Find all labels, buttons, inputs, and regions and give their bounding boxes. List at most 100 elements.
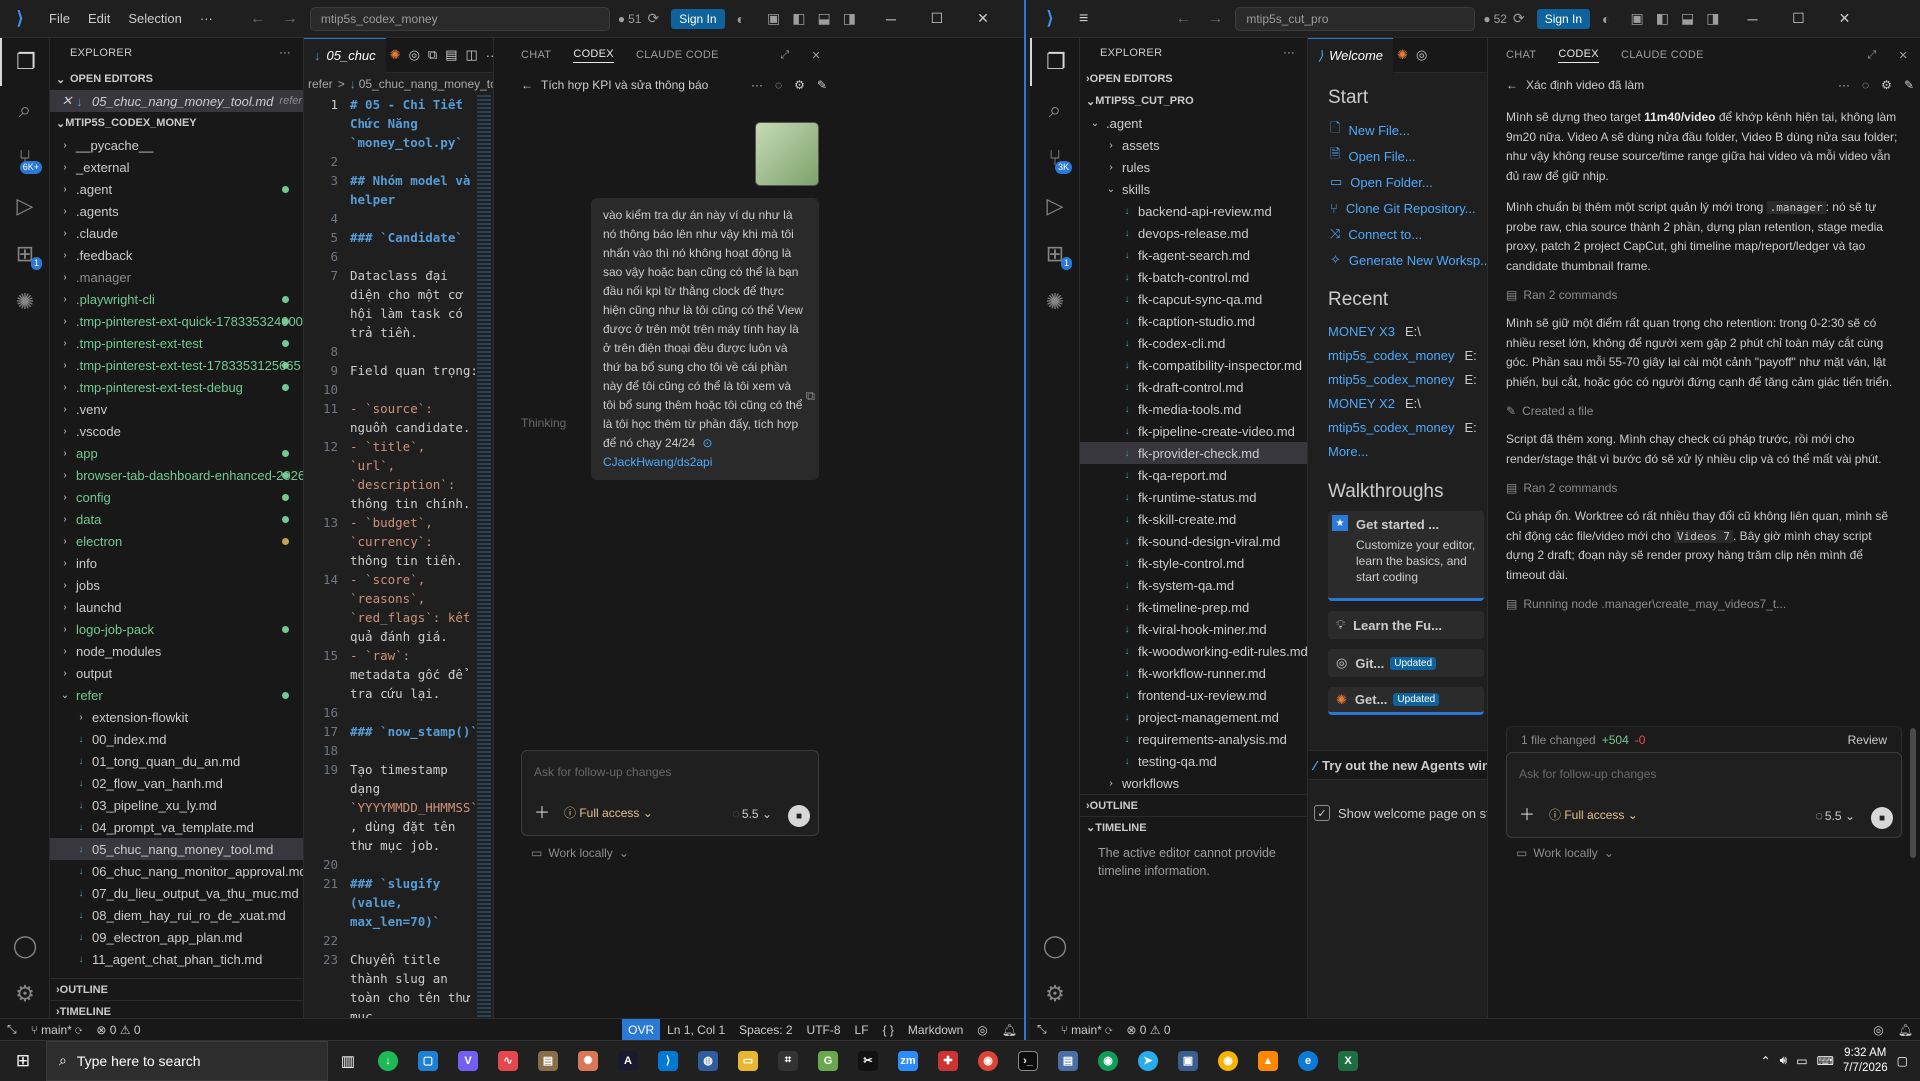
app-terminal-icon[interactable]: A <box>608 1041 648 1081</box>
file-item[interactable]: ↓01_tong_quan_du_an.md <box>50 750 303 772</box>
project-section[interactable]: ⌄MTIP5S_CODEX_MONEY <box>50 112 303 134</box>
app-chrome-icon[interactable]: ◉ <box>968 1041 1008 1081</box>
settings-gear-icon[interactable]: ⚙ <box>1030 970 1080 1018</box>
app-audio-icon[interactable]: ∿ <box>488 1041 528 1081</box>
source-control-icon[interactable]: ⑂6K+ <box>0 134 50 182</box>
claude-icon[interactable]: ✺ <box>1393 47 1412 63</box>
history-icon[interactable]: ◌ <box>769 78 788 92</box>
recent-item[interactable]: mtip5s_codex_moneyE: <box>1308 415 1487 439</box>
hamburger-menu-icon[interactable]: ≡ <box>1070 10 1097 28</box>
more-actions-icon[interactable]: ··· <box>1832 78 1856 92</box>
explorer-icon[interactable]: ❐ <box>0 38 50 86</box>
tab-chat[interactable]: CHAT <box>1506 49 1536 61</box>
created-file-row[interactable]: ✎Created a file <box>1506 404 1898 418</box>
open-changes-icon[interactable]: ▤ <box>441 47 461 63</box>
language-icon[interactable]: ⌨ <box>1817 1054 1834 1068</box>
file-item[interactable]: ↓fk-compatibility-inspector.md <box>1080 354 1307 376</box>
clone-repo-link[interactable]: ⑂Clone Git Repository... <box>1308 195 1487 221</box>
folder-item[interactable]: ›browser-tab-dashboard-enhanced-202607..… <box>50 464 303 486</box>
add-attachment-icon[interactable]: ＋ <box>534 799 550 823</box>
back-arrow-icon[interactable]: ← <box>1167 10 1199 28</box>
minimize-icon[interactable]: ─ <box>1729 11 1775 27</box>
stop-button[interactable]: ■ <box>1871 807 1893 829</box>
windows-start-icon[interactable]: ⊞ <box>0 1041 46 1081</box>
file-item[interactable]: ↓11_agent_chat_phan_tich.md <box>50 948 303 970</box>
ran-commands-row[interactable]: ▤Ran 2 commands <box>1506 481 1898 495</box>
account-icon[interactable]: ◯ <box>0 922 50 970</box>
problems-indicator[interactable]: ⊗ 0 ⚠ 0 <box>1119 1023 1177 1037</box>
work-locally-dropdown[interactable]: ▭Work locally ⌄ <box>1516 846 1614 860</box>
file-item[interactable]: ↓04_prompt_va_template.md <box>50 816 303 838</box>
toggle-panel-icon[interactable]: ⬓ <box>1675 10 1700 27</box>
file-item[interactable]: ↓fk-batch-control.md <box>1080 266 1307 288</box>
access-dropdown[interactable]: ⓘ Full access ⌄ <box>564 804 653 821</box>
notification-bell-icon[interactable]: ● <box>1483 12 1490 26</box>
attached-image-thumbnail[interactable] <box>755 122 819 186</box>
folder-item[interactable]: ›extension-flowkit <box>50 706 303 728</box>
running-command-row[interactable]: ▤Running node .manager\create_may_videos… <box>1506 597 1898 611</box>
file-item[interactable]: ↓fk-codex-cli.md <box>1080 332 1307 354</box>
file-item[interactable]: ↓05_chuc_nang_money_tool.md <box>50 838 303 860</box>
maximize-icon[interactable]: ☐ <box>1775 10 1821 27</box>
file-item[interactable]: ↓requirements-analysis.md <box>1080 728 1307 750</box>
maximize-icon[interactable]: ☐ <box>914 10 960 27</box>
more-actions-icon[interactable]: ··· <box>279 47 291 59</box>
forward-arrow-icon[interactable]: → <box>274 10 306 28</box>
back-arrow-icon[interactable]: ← <box>242 10 274 28</box>
close-window-icon[interactable]: ✕ <box>1821 10 1867 27</box>
app-chrome2-icon[interactable]: ◉ <box>1088 1041 1128 1081</box>
folder-item[interactable]: ›.venv <box>50 398 303 420</box>
file-item[interactable]: ↓fk-qa-report.md <box>1080 464 1307 486</box>
claude-icon[interactable]: ✺ <box>386 47 405 63</box>
app-excel-icon[interactable]: X <box>1328 1041 1368 1081</box>
file-item[interactable]: ↓backend-api-review.md <box>1080 200 1307 222</box>
minimize-icon[interactable]: ─ <box>868 11 914 27</box>
folder-item[interactable]: ›.agent <box>50 178 303 200</box>
file-item[interactable]: ↓00_index.md <box>50 728 303 750</box>
file-item[interactable]: ↓fk-workflow-runner.md <box>1080 662 1307 684</box>
cursor-position[interactable]: Ln 1, Col 1 <box>660 1023 732 1037</box>
minimap[interactable] <box>477 95 491 1018</box>
app-folder-icon[interactable]: ▤ <box>1048 1041 1088 1081</box>
folder-item[interactable]: ›.claude <box>50 222 303 244</box>
toggle-secondary-sidebar-icon[interactable]: ◨ <box>837 10 862 27</box>
file-item[interactable]: ↓fk-woodworking-edit-rules.md <box>1080 640 1307 662</box>
split-editor-icon[interactable]: ◫ <box>462 47 482 63</box>
folder-item[interactable]: ›app <box>50 442 303 464</box>
code-editor[interactable]: 1# 05 - Chi TiếtChức Năng`money_tool.py`… <box>304 95 493 1018</box>
app-capcut-icon[interactable]: ⌗ <box>768 1041 808 1081</box>
more-actions-icon[interactable]: ··· <box>482 48 494 63</box>
folder-item[interactable]: ›logo-job-pack <box>50 618 303 640</box>
file-item[interactable]: ↓fk-pipeline-create-video.md <box>1080 420 1307 442</box>
account-icon[interactable]: ◐ <box>731 11 751 27</box>
tab-codex[interactable]: CODEX <box>1558 48 1599 63</box>
file-item[interactable]: ↓fk-skill-create.md <box>1080 508 1307 530</box>
network-icon[interactable]: ▭ <box>1796 1054 1807 1068</box>
notification-bell-icon[interactable]: ● <box>618 12 625 26</box>
settings-gear-icon[interactable]: ⚙ <box>788 78 811 92</box>
app-chrome3-icon[interactable]: ◉ <box>1208 1041 1248 1081</box>
tab-claude-code[interactable]: CLAUDE CODE <box>636 49 719 61</box>
editor-tab[interactable]: ↓05_chuc <box>304 38 386 73</box>
file-item[interactable]: ↓fk-runtime-status.md <box>1080 486 1307 508</box>
toggle-secondary-sidebar-icon[interactable]: ◨ <box>1700 10 1725 27</box>
language-mode[interactable]: Markdown <box>901 1023 970 1037</box>
file-item[interactable]: ↓frontend-ux-review.md <box>1080 684 1307 706</box>
app-zoom-icon[interactable]: zm <box>888 1041 928 1081</box>
extensions-icon[interactable]: ⊞1 <box>0 230 50 278</box>
walkthrough-card-fundamentals[interactable]: 💡︎Learn the Fu... <box>1328 611 1484 639</box>
file-item[interactable]: ↓project-management.md <box>1080 706 1307 728</box>
app-notify-icon[interactable]: ✚ <box>928 1041 968 1081</box>
folder-item[interactable]: ›.vscode <box>50 420 303 442</box>
copilot-icon[interactable]: ⟳ <box>641 10 665 27</box>
folder-item[interactable]: ›workflows <box>1080 772 1307 794</box>
file-item[interactable]: ↓fk-caption-studio.md <box>1080 310 1307 332</box>
copy-icon[interactable]: ⧉ <box>806 388 815 404</box>
open-editors-section[interactable]: ›OPEN EDITORS <box>1080 68 1307 90</box>
access-dropdown[interactable]: ⓘ Full access ⌄ <box>1549 806 1638 823</box>
toggle-sidebar-icon[interactable]: ◧ <box>786 10 811 27</box>
claude-icon[interactable]: ✺ <box>1030 278 1080 326</box>
remote-icon[interactable]: ⤡ <box>0 1022 24 1037</box>
file-item[interactable]: ↓07_du_lieu_output_va_thu_muc.md <box>50 882 303 904</box>
notifications-bell-icon[interactable]: 🔔︎ <box>1891 1023 1920 1037</box>
